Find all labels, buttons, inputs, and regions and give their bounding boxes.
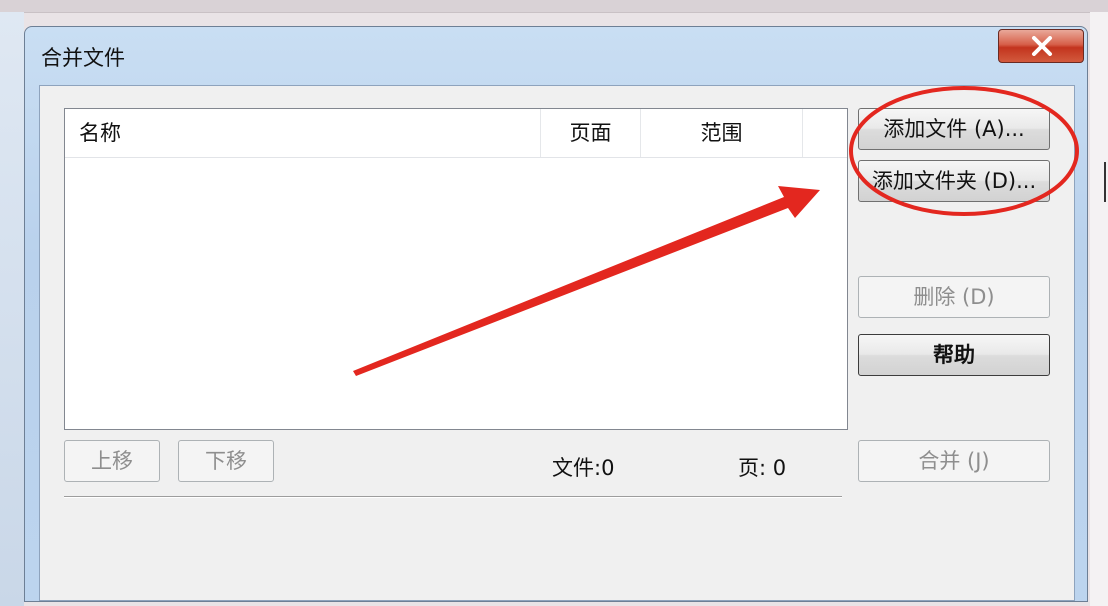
background-mark — [1104, 162, 1106, 202]
column-header-pages[interactable]: 页面 — [541, 109, 641, 157]
add-folder-button[interactable]: 添加文件夹 (D)... — [858, 160, 1050, 202]
column-header-range[interactable]: 范围 — [641, 109, 803, 157]
dialog-title: 合并文件 — [41, 46, 125, 70]
file-count: 文件:0 — [552, 456, 615, 480]
add-file-button[interactable]: 添加文件 (A)... — [858, 108, 1050, 150]
background-right — [1090, 12, 1108, 606]
move-up-button[interactable]: 上移 — [64, 440, 160, 482]
background-top-strip — [0, 0, 1108, 13]
close-icon — [1032, 36, 1052, 56]
merge-button[interactable]: 合并 (J) — [858, 440, 1050, 482]
dialog-client-area: 名称 页面 范围 添加文件 (A)... 添加文件夹 (D)... 删除 (D)… — [39, 85, 1075, 601]
delete-button[interactable]: 删除 (D) — [858, 276, 1050, 318]
background-left — [0, 12, 24, 606]
file-list[interactable]: 名称 页面 范围 — [64, 108, 848, 430]
help-button[interactable]: 帮助 — [858, 334, 1050, 376]
close-button[interactable] — [998, 29, 1084, 63]
move-down-button[interactable]: 下移 — [178, 440, 274, 482]
page-count: 页: 0 — [738, 456, 787, 480]
separator — [64, 496, 842, 498]
list-header: 名称 页面 范围 — [65, 109, 847, 158]
column-header-name[interactable]: 名称 — [65, 109, 541, 157]
merge-files-dialog: 合并文件 名称 页面 范围 添加文件 (A)... 添加文件夹 (D)... 删… — [24, 26, 1088, 602]
